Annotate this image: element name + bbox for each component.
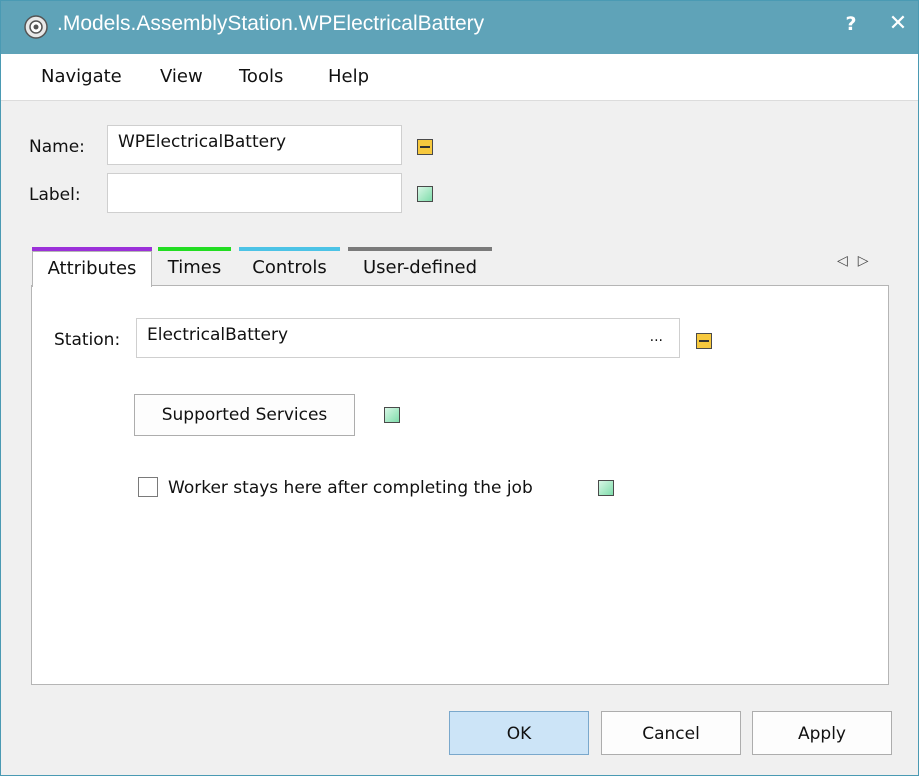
menu-bar: Navigate View Tools Help	[1, 54, 918, 101]
name-inherit-indicator[interactable]	[417, 139, 433, 155]
station-inherit-indicator[interactable]	[696, 333, 712, 349]
title-bar[interactable]: .Models.AssemblyStation.WPElectricalBatt…	[1, 1, 918, 54]
cancel-button[interactable]: Cancel	[601, 711, 741, 755]
tab-scroll-left-icon[interactable]: ◁	[837, 253, 858, 269]
dialog-window: .Models.AssemblyStation.WPElectricalBatt…	[0, 0, 919, 776]
name-label: Name:	[29, 137, 85, 157]
tab-user-defined[interactable]: User-defined	[348, 251, 492, 285]
browse-button[interactable]: ...	[650, 329, 663, 345]
supported-services-button[interactable]: Supported Services	[134, 394, 355, 436]
menu-navigate[interactable]: Navigate	[41, 66, 122, 87]
menu-tools[interactable]: Tools	[239, 66, 283, 87]
menu-view[interactable]: View	[160, 66, 203, 87]
worker-stays-checkbox[interactable]	[138, 477, 158, 497]
menu-help[interactable]: Help	[328, 66, 369, 87]
help-button[interactable]: ?	[839, 13, 863, 39]
tab-scroll-arrows: ◁▷	[837, 253, 879, 269]
apply-button[interactable]: Apply	[752, 711, 892, 755]
supported-services-indicator[interactable]	[384, 407, 400, 423]
attributes-panel: Station: ElectricalBattery ... Supported…	[31, 285, 889, 685]
gear-icon	[24, 15, 48, 39]
station-field[interactable]: ElectricalBattery ...	[136, 318, 680, 358]
worker-stays-label[interactable]: Worker stays here after completing the j…	[168, 478, 533, 498]
station-value: ElectricalBattery	[147, 325, 289, 345]
window-title: .Models.AssemblyStation.WPElectricalBatt…	[57, 12, 485, 35]
tab-attributes[interactable]: Attributes	[32, 251, 152, 287]
tab-controls[interactable]: Controls	[239, 251, 340, 285]
name-field[interactable]: WPElectricalBattery	[107, 125, 402, 165]
ok-button[interactable]: OK	[449, 711, 589, 755]
label-inherit-indicator[interactable]	[417, 186, 433, 202]
tab-scroll-right-icon[interactable]: ▷	[858, 253, 879, 269]
close-button[interactable]: ✕	[884, 11, 912, 41]
label-field[interactable]	[107, 173, 402, 213]
worker-stays-indicator[interactable]	[598, 480, 614, 496]
tab-times[interactable]: Times	[158, 251, 231, 285]
station-label: Station:	[54, 330, 121, 350]
label-label: Label:	[29, 185, 81, 205]
